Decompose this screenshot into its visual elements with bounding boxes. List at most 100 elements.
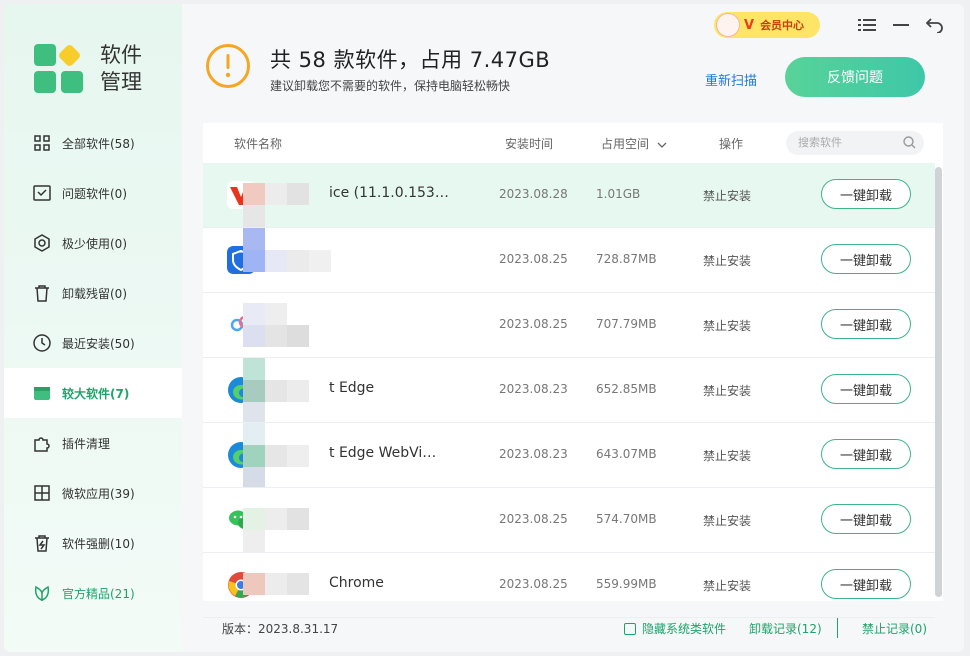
checkbox-box[interactable] (624, 622, 636, 635)
software-size: 707.79MB (596, 317, 657, 331)
uninstall-button[interactable]: 一键卸载 (821, 439, 911, 469)
force-delete-icon (32, 533, 52, 553)
install-status: 禁止安装 (703, 254, 752, 268)
table-row[interactable]: 2023.08.25 574.70MB 禁止安装 一键卸载 (203, 488, 935, 553)
uninstall-button[interactable]: 一键卸载 (821, 504, 911, 534)
install-date: 2023.08.23 (499, 447, 568, 461)
uninstall-button[interactable]: 一键卸载 (821, 179, 911, 209)
software-name: t Edge (329, 380, 375, 396)
uninstall-button[interactable]: 一键卸载 (821, 569, 911, 599)
sidebar-item-label: 问题软件(0) (62, 186, 127, 201)
install-date: 2023.08.23 (499, 382, 568, 396)
table-row[interactable]: ice (11.1.0.153… 2023.08.28 1.01GB 禁止安装 … (203, 163, 935, 228)
sidebar-item-residue[interactable]: 卸载残留(0) (4, 268, 182, 318)
install-date: 2023.08.25 (499, 317, 568, 331)
install-date: 2023.08.28 (499, 187, 568, 201)
uninstall-button[interactable]: 一键卸载 (821, 309, 911, 339)
menu-button[interactable] (856, 14, 878, 36)
software-size: 1.01GB (596, 187, 641, 201)
title-bar: V 会员中心 (714, 12, 946, 38)
name-redaction (243, 488, 331, 552)
name-redaction (243, 358, 331, 422)
problem-icon (32, 183, 52, 203)
warning-icon (206, 44, 250, 88)
software-size: 728.87MB (596, 252, 657, 266)
grid-icon (32, 133, 52, 153)
sidebar-item-problem[interactable]: 问题软件(0) (4, 168, 182, 218)
install-status: 禁止安装 (703, 384, 752, 398)
sidebar-item-label: 较大软件(7) (62, 386, 130, 401)
sidebar: 软件管理 全部软件(58) 问题软件(0) 极少使用(0) 卸载残留(0) 最近… (4, 4, 182, 652)
footer: 版本：2023.8.31.17 隐藏系统类软件 卸载记录(12) 禁止记录(0) (182, 604, 964, 652)
app-title: 软件管理 (100, 43, 142, 94)
blocked-record-link[interactable]: 禁止记录(0) (862, 620, 927, 637)
table-row[interactable]: t Edge WebVi… 2023.08.23 643.07MB 禁止安装 一… (203, 423, 935, 488)
sidebar-item-microsoft[interactable]: 微软应用(39) (4, 468, 182, 518)
software-size: 559.99MB (596, 577, 657, 591)
vip-center-button[interactable]: V 会员中心 (714, 12, 820, 38)
scrollbar-thumb[interactable] (935, 167, 942, 597)
back-arrow-icon (926, 18, 943, 33)
sidebar-item-all[interactable]: 全部软件(58) (4, 118, 182, 168)
sidebar-item-large[interactable]: 较大软件(7) (4, 368, 182, 418)
table-row[interactable]: t Edge 2023.08.23 652.85MB 禁止安装 一键卸载 (203, 358, 935, 423)
column-size[interactable]: 占用空间 (601, 135, 667, 152)
install-status: 禁止安装 (703, 579, 752, 593)
rarely-used-icon (32, 233, 52, 253)
install-date: 2023.08.25 (499, 252, 568, 266)
table-row[interactable]: 2023.08.25 707.79MB 禁止安装 一键卸载 (203, 293, 935, 358)
software-size: 574.70MB (596, 512, 657, 526)
puzzle-icon (32, 433, 52, 453)
table-header: 软件名称 安装时间 占用空间 操作 (203, 123, 943, 163)
sidebar-item-label: 极少使用(0) (62, 236, 127, 251)
uninstall-button[interactable]: 一键卸载 (821, 244, 911, 274)
sort-chevron-down-icon (657, 142, 667, 148)
hide-system-label: 隐藏系统类软件 (642, 622, 727, 636)
sidebar-item-plugins[interactable]: 插件清理 (4, 418, 182, 468)
sidebar-item-official[interactable]: 官方精品(21) (4, 568, 182, 618)
windows-icon (32, 483, 52, 503)
software-size: 643.07MB (596, 447, 657, 461)
column-action: 操作 (719, 137, 744, 151)
uninstall-button[interactable]: 一键卸载 (821, 374, 911, 404)
back-button[interactable] (924, 14, 946, 36)
app-logo (34, 43, 84, 94)
sidebar-item-force-delete[interactable]: 软件强删(10) (4, 518, 182, 568)
clock-icon (32, 333, 52, 353)
column-name: 软件名称 (234, 137, 283, 151)
uninstall-record-link[interactable]: 卸载记录(12) (749, 620, 822, 637)
rabbit-avatar-icon (716, 13, 740, 37)
sidebar-item-label: 插件清理 (62, 436, 111, 451)
software-name: ice (11.1.0.153… (329, 185, 449, 201)
name-redaction (243, 228, 331, 292)
name-redaction (243, 293, 331, 357)
install-date: 2023.08.25 (499, 512, 568, 526)
software-name: t Edge WebVi… (329, 445, 437, 461)
footer-divider (837, 618, 838, 638)
feedback-button[interactable]: 反馈问题 (785, 57, 925, 97)
minimize-icon (893, 24, 909, 26)
hide-system-checkbox[interactable]: 隐藏系统类软件 (624, 620, 726, 637)
vip-badge: V (744, 17, 755, 33)
name-redaction (243, 163, 331, 227)
sidebar-item-rarely-used[interactable]: 极少使用(0) (4, 218, 182, 268)
version-label: 版本：2023.8.31.17 (222, 622, 339, 636)
sidebar-item-label: 卸载残留(0) (62, 286, 127, 301)
sidebar-nav: 全部软件(58) 问题软件(0) 极少使用(0) 卸载残留(0) 最近安装(50… (4, 118, 182, 618)
trash-icon (32, 283, 52, 303)
install-status: 禁止安装 (703, 319, 752, 333)
table-scrollbar[interactable] (935, 167, 942, 597)
install-status: 禁止安装 (703, 189, 752, 203)
sidebar-item-label: 软件强删(10) (62, 536, 135, 551)
page-subtitle: 建议卸载您不需要的软件，保持电脑轻松畅快 (270, 79, 511, 93)
rescan-link[interactable]: 重新扫描 (705, 70, 757, 89)
table-row[interactable]: 2023.08.25 728.87MB 禁止安装 一键卸载 (203, 228, 935, 293)
install-status: 禁止安装 (703, 514, 752, 528)
install-status: 禁止安装 (703, 449, 752, 463)
minimize-button[interactable] (890, 14, 912, 36)
app-window: 软件管理 全部软件(58) 问题软件(0) 极少使用(0) 卸载残留(0) 最近… (4, 4, 964, 652)
column-install-time[interactable]: 安装时间 (505, 135, 553, 152)
vip-label: 会员中心 (760, 19, 805, 32)
sidebar-item-recent[interactable]: 最近安装(50) (4, 318, 182, 368)
search-icon[interactable] (903, 136, 916, 149)
